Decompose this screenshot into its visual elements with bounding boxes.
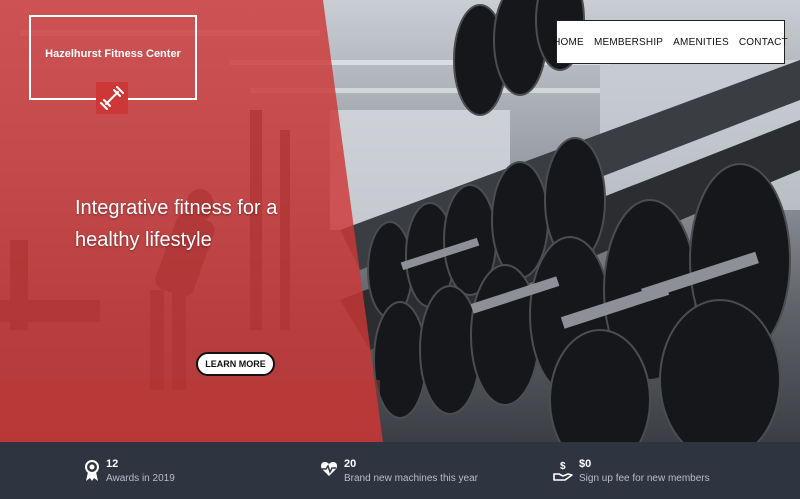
- stats-bar: 12 Awards in 2019 20 Brand new machines …: [0, 442, 800, 499]
- hand-dollar-icon: $: [553, 461, 573, 481]
- hero-headline: Integrative fitness for a healthy lifest…: [75, 197, 278, 251]
- stat-machines: 20 Brand new machines this year: [320, 456, 478, 486]
- main-navigation: HOME MEMBERSHIP AMENITIES CONTACT: [553, 20, 788, 64]
- stat-signup-fee-value: $0: [579, 458, 592, 470]
- stat-awards-value: 12: [106, 458, 119, 470]
- svg-text:$: $: [560, 461, 566, 472]
- stat-awards-label: Awards in 2019: [106, 473, 175, 484]
- learn-more-button[interactable]: LEARN MORE: [196, 352, 275, 376]
- brand-name: Hazelhurst Fitness Center: [45, 48, 181, 60]
- stat-signup-fee: $ $0 Sign up fee for new members: [553, 456, 710, 486]
- dumbbell-icon: [96, 82, 128, 114]
- stat-machines-value: 20: [344, 458, 357, 470]
- nav-membership-link[interactable]: MEMBERSHIP: [594, 37, 663, 48]
- nav-contact-link[interactable]: CONTACT: [739, 37, 788, 48]
- heart-pulse-icon: [321, 462, 337, 476]
- stat-machines-label: Brand new machines this year: [344, 473, 478, 484]
- award-ribbon-icon: [85, 460, 99, 481]
- nav-home-link[interactable]: HOME: [553, 37, 584, 48]
- stat-signup-fee-label: Sign up fee for new members: [579, 473, 710, 484]
- stat-awards: 12 Awards in 2019: [84, 456, 175, 486]
- nav-amenities-link[interactable]: AMENITIES: [673, 37, 729, 48]
